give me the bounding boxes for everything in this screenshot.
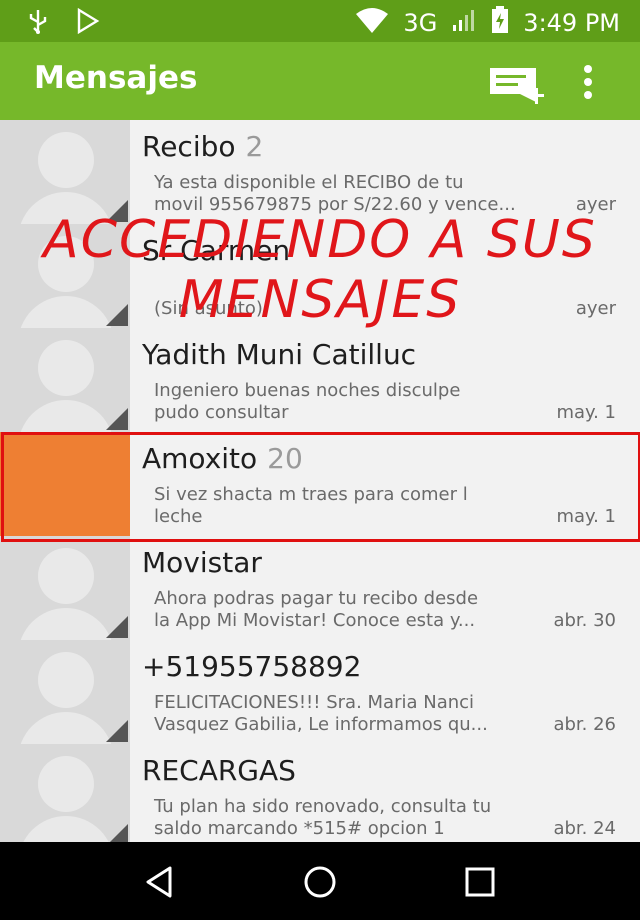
conversation-row[interactable]: RECARGAS Tu plan ha sido renovado, consu…	[0, 744, 640, 842]
battery-icon	[491, 6, 509, 40]
conversation-row[interactable]: +51955758892 FELICITACIONES!!! Sra. Mari…	[0, 640, 640, 746]
wifi-icon	[355, 7, 389, 39]
conversation-row[interactable]: Yadith Muni Catilluc Ingeniero buenas no…	[0, 328, 640, 434]
avatar[interactable]	[0, 224, 130, 328]
clock: 3:49 PM	[523, 9, 620, 37]
play-store-icon	[76, 7, 100, 38]
message-snippet: Ingeniero buenas noches disculpe pudo co…	[154, 380, 461, 423]
contact-name: Amoxito 20	[142, 442, 303, 475]
avatar[interactable]	[0, 744, 130, 842]
avatar[interactable]	[0, 536, 130, 640]
conversation-row[interactable]: Recibo 2 Ya esta disponible el RECIBO de …	[0, 120, 640, 226]
message-snippet: (Sin asunto)	[154, 298, 263, 319]
message-date: abr. 30	[553, 610, 616, 631]
message-date: may. 1	[556, 506, 616, 527]
avatar[interactable]	[0, 328, 130, 432]
navigation-bar	[0, 842, 640, 920]
conversation-row-highlighted[interactable]: Amoxito 20 Si vez shacta m traes para com…	[0, 432, 640, 538]
message-count: 2	[245, 130, 264, 163]
contact-name: Recibo 2	[142, 130, 264, 163]
conversation-list[interactable]: Recibo 2 Ya esta disponible el RECIBO de …	[0, 120, 640, 842]
contact-name: +51955758892	[142, 650, 362, 683]
message-snippet: Ya esta disponible el RECIBO de tu movil…	[154, 172, 516, 215]
message-date: ayer	[575, 298, 616, 319]
message-date: abr. 24	[553, 818, 616, 839]
usb-icon	[26, 8, 50, 38]
app-title: Mensajes	[34, 60, 198, 96]
contact-name: Movistar	[142, 546, 262, 579]
status-bar: 3G 3:49 PM	[0, 0, 640, 42]
message-count: 20	[267, 442, 303, 475]
contact-name: Sr Carmen	[142, 234, 291, 267]
message-snippet: Ahora podras pagar tu recibo desde la Ap…	[154, 588, 479, 631]
avatar[interactable]	[0, 432, 130, 536]
conversation-row[interactable]: Sr Carmen (Sin asunto) ayer	[0, 224, 640, 330]
overflow-menu-icon[interactable]	[576, 64, 600, 100]
message-date: may. 1	[556, 402, 616, 423]
back-icon[interactable]	[140, 862, 180, 902]
home-icon[interactable]	[300, 862, 340, 902]
app-bar: Mensajes	[0, 42, 640, 120]
message-snippet: FELICITACIONES!!! Sra. Maria Nanci Vasqu…	[154, 692, 488, 735]
signal-icon	[451, 7, 477, 39]
message-snippet: Tu plan ha sido renovado, consulta tu sa…	[154, 796, 492, 839]
recents-icon[interactable]	[460, 862, 500, 902]
contact-name: Yadith Muni Catilluc	[142, 338, 417, 371]
avatar[interactable]	[0, 120, 130, 224]
message-date: ayer	[575, 194, 616, 215]
network-type: 3G	[403, 9, 438, 37]
message-snippet: Si vez shacta m traes para comer l leche	[154, 484, 468, 527]
conversation-row[interactable]: Movistar Ahora podras pagar tu recibo de…	[0, 536, 640, 642]
new-message-icon[interactable]	[490, 62, 548, 106]
contact-name: RECARGAS	[142, 754, 296, 787]
message-date: abr. 26	[553, 714, 616, 735]
avatar[interactable]	[0, 640, 130, 744]
